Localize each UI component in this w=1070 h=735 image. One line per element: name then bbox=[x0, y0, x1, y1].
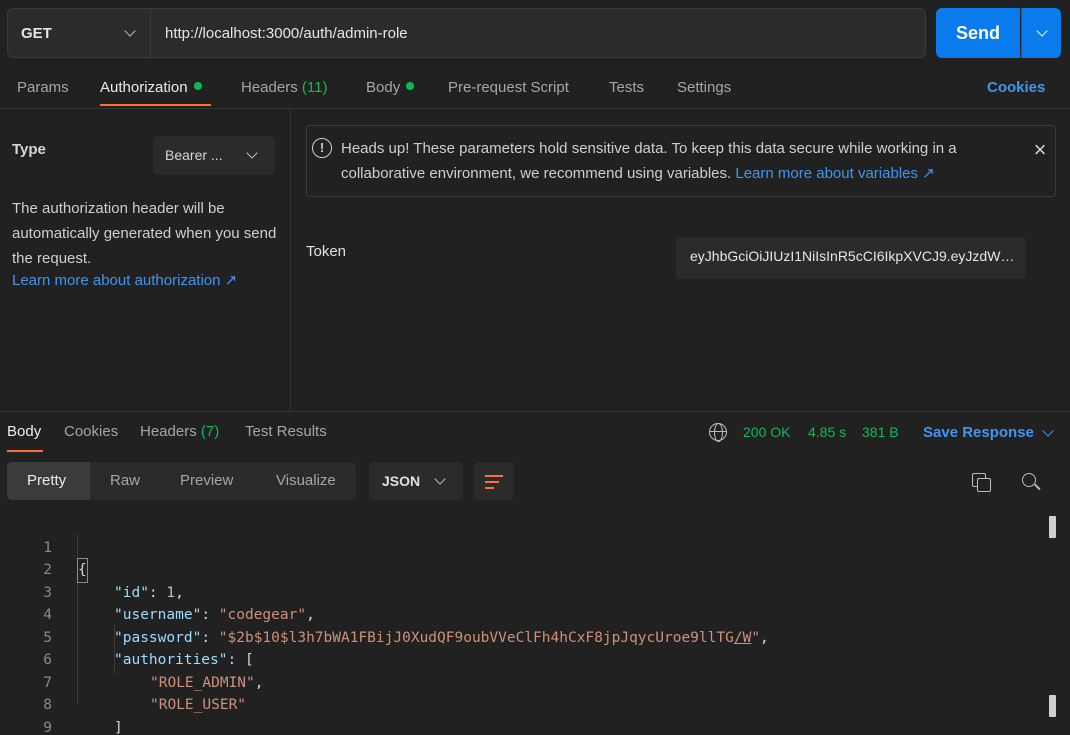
format-label: JSON bbox=[382, 473, 421, 489]
json-value: "$2b$10$l3h7bWA1FBijJ0XudQF9oubVVeClFh4h… bbox=[218, 629, 734, 646]
wrap-icon-line bbox=[485, 481, 499, 483]
code-line: 7 "ROLE_USER" bbox=[0, 649, 246, 714]
wrap-icon bbox=[485, 475, 503, 477]
save-response-button[interactable]: Save Response bbox=[923, 424, 1034, 441]
auth-type-label: Type bbox=[12, 141, 46, 158]
response-size[interactable]: 381 B bbox=[862, 424, 899, 440]
copy-icon[interactable] bbox=[972, 473, 991, 492]
auth-type-value: Bearer ... bbox=[165, 147, 223, 163]
code-text: "authorities": [ bbox=[114, 652, 254, 668]
tab-headers[interactable]: Headers (11) bbox=[241, 79, 327, 96]
chevron-down-icon bbox=[1036, 25, 1048, 37]
view-visualize[interactable]: Visualize bbox=[276, 472, 336, 489]
response-tab-headers[interactable]: Headers (7) bbox=[140, 423, 219, 440]
url-text[interactable]: http://localhost:3000/auth/admin-role bbox=[165, 25, 408, 42]
line-number: 9 bbox=[43, 719, 52, 735]
chevron-down-icon[interactable] bbox=[1042, 425, 1054, 437]
json-value-end: " bbox=[751, 629, 761, 646]
auth-description: The authorization header will be automat… bbox=[12, 200, 277, 267]
tab-body-label: Body bbox=[366, 79, 401, 96]
status-dot-icon bbox=[193, 82, 202, 90]
code-line: 6 "ROLE_ADMIN", bbox=[0, 627, 263, 691]
json-bracket: [ bbox=[244, 652, 254, 668]
json-value: 1 bbox=[166, 584, 176, 601]
learn-variables-link[interactable]: Learn more about variables ↗ bbox=[735, 165, 934, 182]
code-text: "id": 1, bbox=[114, 584, 184, 601]
info-icon: ! bbox=[312, 138, 332, 158]
learn-auth-link[interactable]: Learn more about authorization ↗ bbox=[12, 271, 237, 289]
divider bbox=[0, 108, 1070, 109]
tab-authorization[interactable]: Authorization bbox=[100, 79, 202, 96]
json-value: "ROLE_ADMIN" bbox=[150, 674, 255, 691]
response-tab-test-results[interactable]: Test Results bbox=[245, 423, 327, 440]
json-value: "codegear" bbox=[218, 607, 307, 623]
json-key: "id" bbox=[114, 584, 149, 601]
code-text: "username": "codegear", bbox=[114, 607, 315, 623]
json-value-link[interactable]: /W bbox=[734, 630, 751, 646]
active-tab-indicator bbox=[7, 450, 43, 452]
send-button[interactable]: Send bbox=[936, 8, 1020, 58]
active-tab-indicator bbox=[100, 104, 211, 106]
json-key: "authorities" bbox=[114, 652, 228, 668]
view-pretty[interactable]: Pretty bbox=[27, 472, 66, 489]
code-line: 1 { bbox=[0, 514, 88, 583]
tab-authorization-label: Authorization bbox=[100, 79, 188, 96]
code-text: "password": "$2b$10$l3h7bWA1FBijJ0XudQF9… bbox=[114, 629, 769, 646]
response-body-code[interactable]: 1 { 2 "id": 1, 3 "username": "codegear",… bbox=[0, 514, 1070, 735]
token-label: Token bbox=[306, 243, 347, 260]
search-icon[interactable] bbox=[1022, 473, 1036, 487]
response-headers-label: Headers bbox=[140, 423, 197, 440]
response-tab-body[interactable]: Body bbox=[7, 423, 41, 440]
code-line: 3 "username": "codegear", bbox=[0, 559, 315, 624]
code-line: 5 "authorities": [ bbox=[0, 604, 253, 669]
tab-prerequest-script[interactable]: Pre-request Script bbox=[448, 79, 569, 96]
code-line: 2 "id": 1, bbox=[0, 537, 184, 601]
tab-headers-label: Headers bbox=[241, 79, 298, 96]
globe-icon[interactable] bbox=[709, 423, 727, 442]
code-text: "ROLE_ADMIN", bbox=[150, 674, 264, 691]
status-code[interactable]: 200 OK bbox=[743, 424, 790, 440]
code-line: 8 ] bbox=[0, 672, 122, 735]
code-line: 4 "password": "$2b$10$l3h7bWA1FBijJ0XudQ… bbox=[0, 582, 769, 646]
divider bbox=[0, 411, 1070, 412]
close-icon[interactable]: × bbox=[1030, 139, 1050, 161]
method-label: GET bbox=[21, 25, 52, 42]
warning-text: Heads up! These parameters hold sensitiv… bbox=[341, 136, 1021, 186]
wrap-icon-line bbox=[485, 487, 494, 489]
wrap-lines-button[interactable] bbox=[474, 462, 514, 500]
scrollbar-thumb[interactable] bbox=[1049, 516, 1056, 538]
code-line: 9 } bbox=[0, 694, 52, 735]
response-tab-cookies[interactable]: Cookies bbox=[64, 423, 118, 440]
pane-divider bbox=[290, 109, 291, 411]
scrollbar-thumb[interactable] bbox=[1049, 695, 1056, 717]
tab-settings[interactable]: Settings bbox=[677, 79, 731, 96]
tab-body[interactable]: Body bbox=[366, 79, 415, 96]
view-raw[interactable]: Raw bbox=[110, 472, 140, 489]
code-text: { bbox=[77, 558, 88, 583]
tab-params[interactable]: Params bbox=[17, 79, 69, 96]
tab-tests[interactable]: Tests bbox=[609, 79, 644, 96]
json-bracket: ] bbox=[114, 719, 123, 735]
cookies-link[interactable]: Cookies bbox=[987, 79, 1045, 96]
json-key: "password" bbox=[114, 629, 202, 646]
token-value[interactable]: eyJhbGciOiJIUzI1NiIsInR5cCI6IkpXVCJ9.eyJ… bbox=[690, 248, 1015, 264]
json-value: "ROLE_USER" bbox=[150, 697, 247, 713]
headers-count: (11) bbox=[301, 79, 328, 96]
json-key: "username" bbox=[114, 607, 202, 623]
response-time[interactable]: 4.85 s bbox=[808, 424, 846, 440]
response-headers-count: (7) bbox=[200, 423, 220, 440]
send-options-button[interactable] bbox=[1021, 8, 1061, 58]
view-preview[interactable]: Preview bbox=[180, 472, 233, 489]
status-dot-icon bbox=[406, 82, 415, 90]
